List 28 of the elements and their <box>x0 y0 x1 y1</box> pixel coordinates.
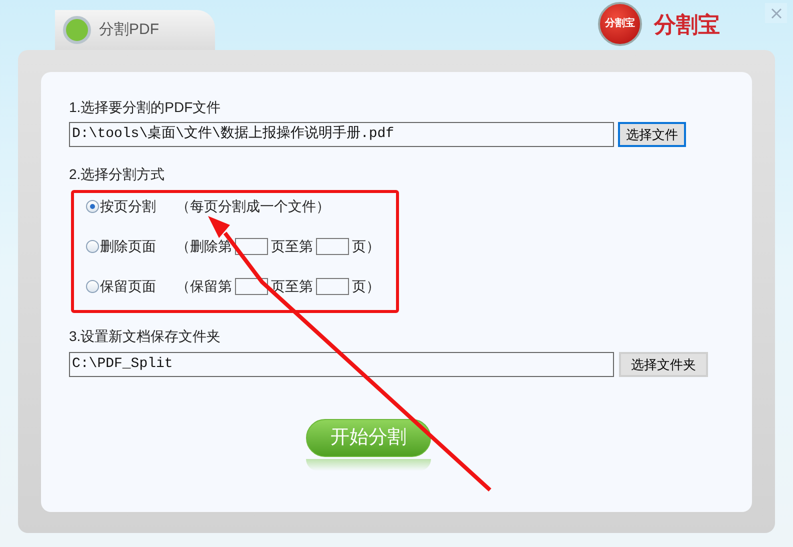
app-icon <box>63 16 91 44</box>
section-label: 1.选择要分割的PDF文件 <box>69 98 222 116</box>
select-file-button[interactable]: 选择文件 <box>618 122 686 147</box>
page-number-field[interactable] <box>235 278 268 294</box>
section-label: 3.设置新文档保存文件夹 <box>69 327 222 345</box>
option-label[interactable]: 保留页面 <box>100 276 176 296</box>
option-text: 页） <box>352 236 380 256</box>
file-path-field[interactable]: D:\tools\桌面\文件\数据上报操作说明手册.pdf <box>69 122 614 147</box>
logo-icon: 分割宝 <box>598 2 642 46</box>
radio-button[interactable] <box>86 200 99 212</box>
option-text: 页） <box>352 276 380 296</box>
option-text: （删除第 <box>176 236 232 256</box>
page-number-field[interactable] <box>316 238 349 254</box>
folder-path-field[interactable]: C:\PDF_Split <box>69 352 614 377</box>
option-label[interactable]: 删除页面 <box>100 236 176 256</box>
option-text: （每页分割成一个文件） <box>176 196 330 216</box>
radio-button[interactable] <box>86 280 99 292</box>
window-title: 分割PDF <box>99 20 159 40</box>
section-label: 2.选择分割方式 <box>69 165 166 183</box>
page-number-field[interactable] <box>235 238 268 254</box>
radio-button[interactable] <box>86 240 99 252</box>
option-text: 页至第 <box>271 236 313 256</box>
select-folder-button[interactable]: 选择文件夹 <box>619 352 708 377</box>
close-icon <box>770 8 782 18</box>
option-label[interactable]: 按页分割 <box>100 196 176 216</box>
brand-name: 分割宝 <box>654 10 720 38</box>
page-number-field[interactable] <box>316 278 349 294</box>
option-text: （保留第 <box>176 276 232 296</box>
